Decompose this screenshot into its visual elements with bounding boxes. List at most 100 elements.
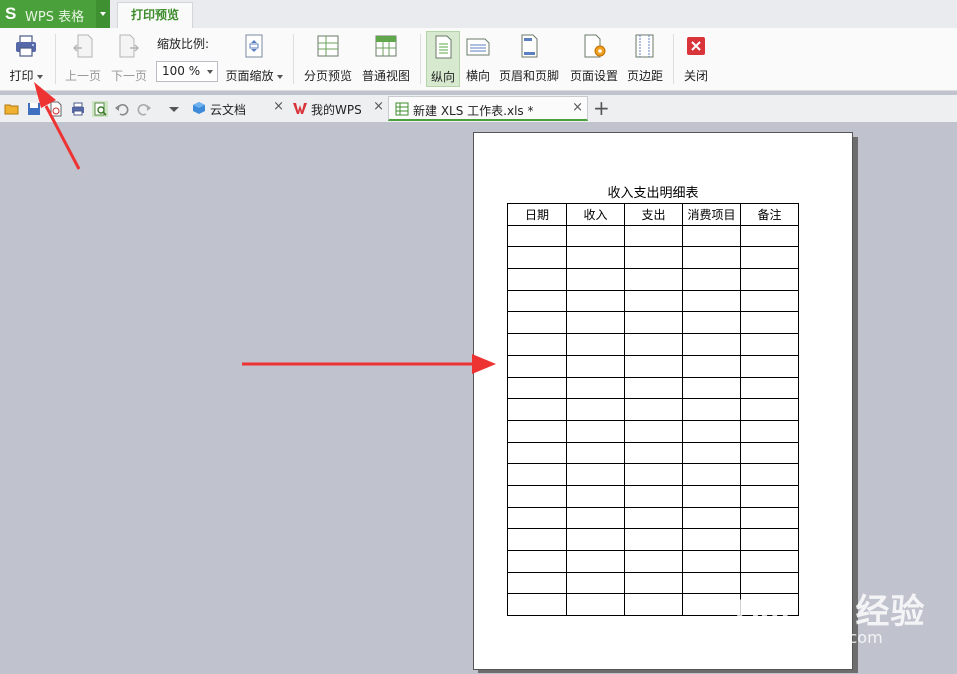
chevron-down-icon[interactable] [36, 74, 43, 79]
portrait-button[interactable]: 纵向 [426, 31, 460, 87]
title-bar: S WPS 表格 打印预览 [0, 0, 957, 28]
open-folder-icon[interactable] [4, 101, 20, 117]
next-page-icon [119, 34, 139, 58]
column-header: 收入 [566, 203, 625, 226]
table-cell [682, 550, 741, 573]
table-cell [682, 593, 741, 617]
column-header: 消费项目 [682, 203, 741, 226]
table-cell [566, 376, 625, 400]
table-cell [740, 441, 799, 465]
page-break-preview-label: 分页预览 [303, 69, 352, 83]
ribbon-separator [293, 34, 294, 84]
doc-tab-cloud[interactable]: 云文档 × [186, 96, 288, 121]
table-row [507, 224, 799, 248]
table-row [507, 419, 799, 443]
chevron-down-icon[interactable] [207, 70, 213, 74]
table-cell [624, 398, 683, 421]
printer-icon[interactable] [70, 101, 86, 117]
ribbon-toolbar: 打印 上一页 下一页 缩放比例: 100 % 页面缩放 分页预览 普通视图 纵向… [0, 28, 957, 91]
tab-print-preview[interactable]: 打印预览 [117, 2, 193, 28]
table-cell [624, 441, 683, 465]
chevron-down-icon[interactable] [166, 101, 182, 117]
table-cell [624, 571, 683, 595]
document-tab-bar: 云文档 × 我的WPS × 新建 XLS 工作表.xls * × + [0, 95, 957, 122]
ribbon-separator [420, 34, 421, 84]
new-tab-plus-icon[interactable]: + [593, 97, 610, 119]
undo-icon[interactable] [114, 101, 130, 117]
app-menu-dropdown[interactable] [96, 0, 110, 28]
table-cell [566, 289, 625, 313]
close-preview-button[interactable]: 关闭 [680, 31, 712, 87]
column-header: 备注 [740, 203, 799, 226]
header-footer-button[interactable]: 页眉和页脚 [496, 31, 562, 87]
landscape-label: 横向 [465, 69, 490, 83]
table-cell [624, 463, 683, 486]
zoom-select[interactable]: 100 % [156, 61, 218, 82]
app-title: WPS 表格 [25, 10, 85, 25]
next-page-button[interactable]: 下一页 [107, 31, 151, 87]
prev-page-label: 上一页 [64, 69, 101, 83]
close-tab-icon[interactable]: × [273, 99, 284, 114]
portrait-page-icon [435, 35, 452, 59]
close-tab-icon[interactable]: × [572, 100, 583, 115]
landscape-page-icon [466, 38, 490, 56]
table-cell [740, 224, 799, 248]
page-setup-label: 页面设置 [569, 69, 618, 83]
table-cell [740, 289, 799, 313]
export-pdf-icon[interactable] [48, 101, 64, 117]
table-cell [624, 528, 683, 551]
table-cell [624, 289, 683, 313]
table-cell [682, 268, 741, 291]
redo-icon[interactable] [136, 101, 152, 117]
wps-logo-icon: S [5, 4, 17, 23]
table-row [507, 376, 799, 400]
next-page-label: 下一页 [110, 69, 147, 83]
app-menu-button[interactable]: S WPS 表格 [0, 0, 110, 28]
header-footer-icon [521, 34, 538, 58]
table-row [507, 441, 799, 465]
table-cell [624, 268, 683, 291]
margins-icon [635, 34, 654, 58]
table-cell [507, 311, 567, 335]
doc-tab-workbook[interactable]: 新建 XLS 工作表.xls * × [388, 96, 588, 121]
normal-view-button[interactable]: 普通视图 [359, 31, 413, 87]
doc-tab-label: 新建 XLS 工作表.xls * [413, 104, 534, 118]
print-button[interactable]: 打印 [6, 31, 46, 87]
doc-tab-label: 云文档 [210, 103, 247, 117]
page-break-preview-button[interactable]: 分页预览 [301, 31, 355, 87]
table-cell [682, 224, 741, 248]
page-break-grid-icon [317, 35, 339, 57]
print-preview-icon[interactable] [92, 101, 108, 117]
chevron-down-icon[interactable] [276, 74, 283, 79]
table-cell [566, 441, 625, 465]
table-cell [507, 289, 567, 313]
table-cell [566, 550, 625, 573]
table-row [507, 311, 799, 335]
table-row [507, 484, 799, 508]
doc-tab-mywps[interactable]: 我的WPS × [287, 96, 388, 121]
table-cell [740, 550, 799, 573]
table-cell [682, 354, 741, 378]
page-zoom-button[interactable]: 页面缩放 [222, 31, 286, 87]
table-cell [682, 571, 741, 595]
table-cell [566, 419, 625, 443]
table-cell [566, 484, 625, 508]
landscape-button[interactable]: 横向 [462, 31, 494, 87]
page-zoom-label: 页面缩放 [225, 69, 274, 83]
table-cell [624, 224, 683, 248]
page-setup-button[interactable]: 页面设置 [566, 31, 622, 87]
close-tab-icon[interactable]: × [373, 99, 384, 114]
margins-button[interactable]: 页边距 [624, 31, 666, 87]
save-icon[interactable] [26, 101, 42, 117]
table-body [507, 224, 799, 617]
table-cell [682, 528, 741, 551]
wps-w-icon [293, 103, 307, 114]
table-cell [740, 506, 799, 530]
table-cell [507, 398, 567, 421]
margins-label: 页边距 [626, 69, 663, 83]
table-cell [566, 354, 625, 378]
table-row [507, 268, 799, 291]
table-cell [507, 528, 567, 551]
prev-page-button[interactable]: 上一页 [62, 31, 104, 87]
ribbon-separator [673, 34, 674, 84]
